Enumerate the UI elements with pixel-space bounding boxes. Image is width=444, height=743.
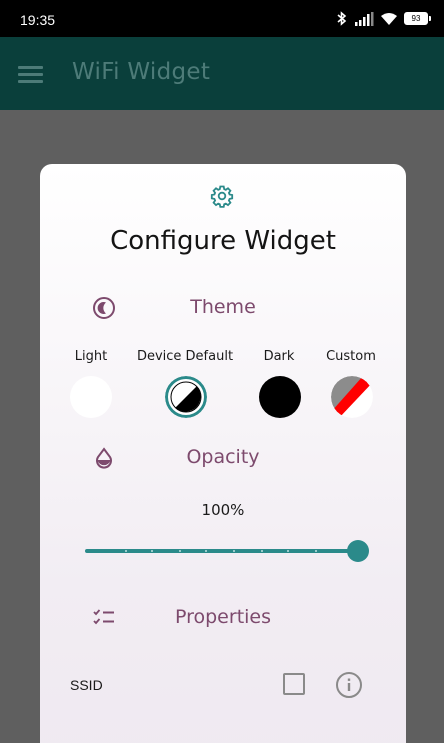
slider-tick (261, 549, 263, 552)
dialog-title: Configure Widget (110, 226, 336, 256)
properties-label: Properties (174, 606, 272, 628)
configure-dialog: Configure Widget Theme Light Device Defa… (40, 164, 406, 743)
ssid-checkbox[interactable] (283, 673, 305, 695)
slider-tick (179, 549, 181, 552)
slider-tick (315, 549, 317, 552)
slider-tick (287, 549, 289, 552)
theme-swatch-dark[interactable] (259, 376, 301, 418)
checklist-icon (93, 609, 114, 625)
theme-icon (93, 297, 115, 319)
opacity-slider[interactable] (85, 540, 370, 562)
status-bar: 19:35 93 (0, 0, 444, 37)
theme-swatch-light[interactable] (70, 376, 112, 418)
theme-section-header: Theme (40, 290, 406, 326)
info-icon[interactable] (335, 671, 363, 699)
battery-icon: 93 (404, 12, 431, 25)
opacity-value: 100% (201, 501, 245, 519)
properties-section-header: Properties (40, 600, 406, 636)
property-ssid-label: SSID (70, 677, 103, 693)
signal-icon (355, 11, 374, 26)
slider-tick (205, 549, 207, 552)
app-title: WiFi Widget (72, 59, 211, 85)
slider-tick (125, 549, 127, 552)
opacity-section-header: Opacity (40, 440, 406, 476)
theme-label: Theme (190, 296, 256, 318)
slider-tick (151, 549, 153, 552)
menu-icon[interactable] (18, 66, 43, 83)
status-icons: 93 (336, 11, 431, 26)
wifi-icon (381, 12, 397, 25)
bluetooth-icon (337, 11, 347, 26)
theme-option-label: Custom (326, 349, 376, 364)
status-time: 19:35 (20, 12, 56, 28)
theme-option-custom[interactable]: Custom (296, 349, 406, 364)
droplet-icon (96, 447, 112, 469)
opacity-label: Opacity (186, 446, 260, 468)
theme-swatch-device-default[interactable] (165, 376, 207, 418)
slider-tick (233, 549, 235, 552)
app-bar: WiFi Widget (0, 37, 444, 110)
slider-thumb[interactable] (347, 540, 369, 562)
theme-swatch-custom[interactable] (331, 376, 373, 418)
gear-icon (210, 185, 234, 208)
